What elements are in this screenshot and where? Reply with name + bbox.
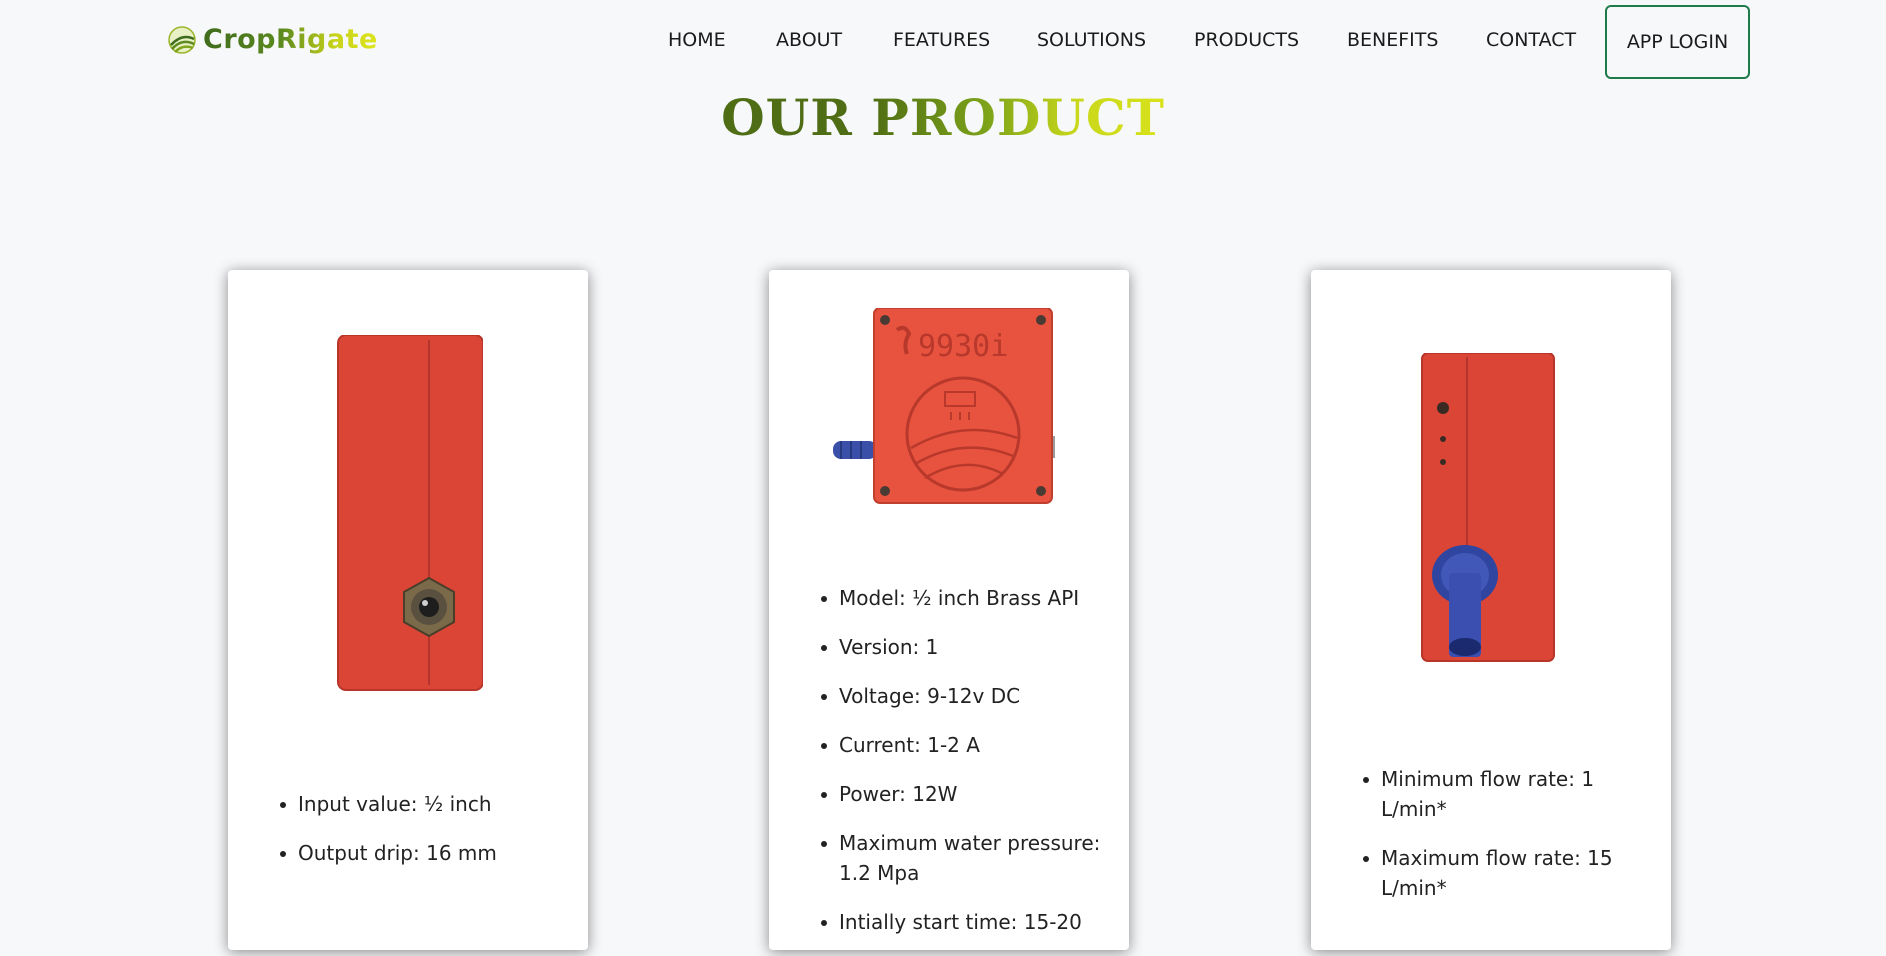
product-card-2: 9930i Model: ½ inch Brass API Version: 1… bbox=[769, 270, 1129, 950]
product-image-side-valve bbox=[337, 335, 483, 691]
product-card-3: Minimum flow rate: 1 L/min* Maximum flow… bbox=[1311, 270, 1671, 950]
nav-products[interactable]: PRODUCTS bbox=[1194, 24, 1299, 56]
section-title-word-2: PRODUCT bbox=[871, 88, 1165, 147]
spec-item: Version: 1 bbox=[815, 632, 1115, 662]
nav-features[interactable]: FEATURES bbox=[893, 24, 990, 56]
spec-list-3: Minimum flow rate: 1 L/min* Maximum flow… bbox=[1357, 764, 1657, 922]
brand-logo[interactable]: CropRigate bbox=[167, 24, 378, 55]
product-image-controller: 9930i bbox=[833, 308, 1055, 504]
section-title-word-1: OUR bbox=[721, 88, 853, 147]
spec-item: Voltage: 9-12v DC bbox=[815, 681, 1115, 711]
spec-list-2: Model: ½ inch Brass API Version: 1 Volta… bbox=[815, 583, 1115, 956]
spec-item: Minimum flow rate: 1 L/min* bbox=[1357, 764, 1657, 824]
product-image-front-valve bbox=[1421, 353, 1555, 662]
product-model-engraving: 9930i bbox=[918, 329, 1008, 364]
spec-list-1: Input value: ½ inch Output drip: 16 mm bbox=[274, 789, 574, 887]
nav-contact[interactable]: CONTACT bbox=[1486, 24, 1576, 56]
logo-leaf-icon bbox=[168, 25, 196, 54]
nav-home[interactable]: HOME bbox=[668, 24, 726, 56]
spec-item: Model: ½ inch Brass API bbox=[815, 583, 1115, 613]
product-card-1: Input value: ½ inch Output drip: 16 mm bbox=[228, 270, 588, 950]
spec-item: Intially start time: 15-20 bbox=[815, 907, 1115, 937]
spec-item: Current: 1-2 A bbox=[815, 730, 1115, 760]
app-login-button[interactable]: APP LOGIN bbox=[1605, 5, 1750, 79]
nav-benefits[interactable]: BENEFITS bbox=[1347, 24, 1438, 56]
brand-name: CropRigate bbox=[203, 24, 378, 55]
spec-item: Power: 12W bbox=[815, 779, 1115, 809]
nav-about[interactable]: ABOUT bbox=[776, 24, 842, 56]
section-title: OUR PRODUCT bbox=[0, 88, 1886, 147]
spec-item: Maximum flow rate: 15 L/min* bbox=[1357, 843, 1657, 903]
nav-solutions[interactable]: SOLUTIONS bbox=[1037, 24, 1146, 56]
spec-item: Maximum water pressure: 1.2 Mpa bbox=[815, 828, 1115, 888]
spec-item: Input value: ½ inch bbox=[274, 789, 574, 819]
spec-item: Output drip: 16 mm bbox=[274, 838, 574, 868]
